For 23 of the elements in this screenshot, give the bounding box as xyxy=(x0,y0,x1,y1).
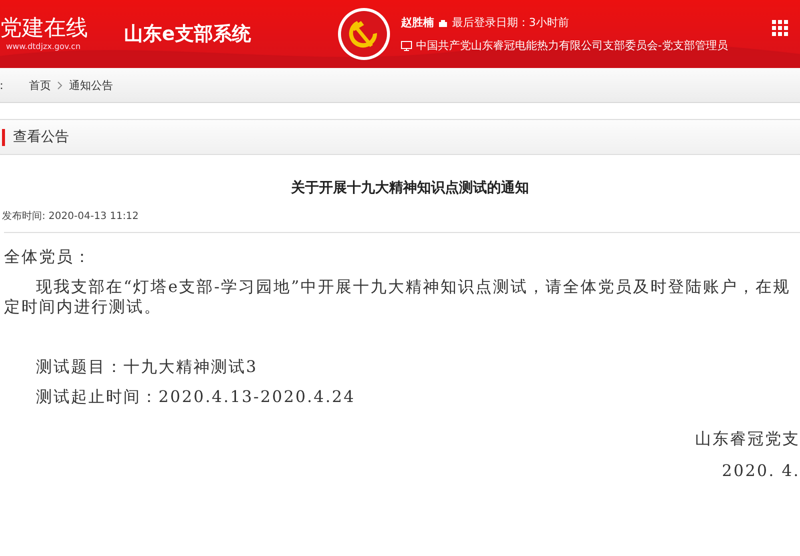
breadcrumb-link[interactable]: 首页 xyxy=(29,78,51,92)
breadcrumb-label: ： xyxy=(0,78,7,92)
menu-grid-icon[interactable] xyxy=(772,20,788,36)
chevron-icon xyxy=(57,80,63,90)
notice-paragraph: 测试起止时间：2020.4.13-2020.4.24 xyxy=(35,387,356,407)
last-login-text: 最后登录日期：3小时前 xyxy=(452,15,569,30)
monitor-icon xyxy=(400,40,412,50)
breadcrumb-link[interactable]: 通知公告 xyxy=(69,78,113,92)
user-name: 赵胜楠 xyxy=(400,15,434,30)
signature-text: 山东睿冠党支 xyxy=(694,429,800,449)
publish-time: 发布时间: 2020-04-13 11:12 xyxy=(2,210,140,223)
notice-paragraph: 测试题目：十九大精神测试3 xyxy=(35,357,259,377)
user-badge-icon xyxy=(438,18,448,28)
party-emblem-icon xyxy=(336,7,391,61)
notice-paragraph: 现我支部在“灯塔e支部-学习园地”中开展十九大精神知识点测试，请全体党员及时登陆账户，在规定时间内进行测试。 xyxy=(4,277,792,317)
organization-text: 中国共产党山东睿冠电能热力有限公司支部委员会-党支部管理员 xyxy=(416,38,728,53)
greeting-text: 全体党员： xyxy=(4,247,92,267)
site-url: www.dtdjzx.gov.cn xyxy=(6,42,82,52)
panel-title: 查看公告 xyxy=(13,128,69,146)
signature-date: 2020. 4. xyxy=(720,461,800,481)
site-logo-text[interactable]: 党建在线 xyxy=(0,16,100,42)
system-title: 山东e支部系统 xyxy=(124,22,251,47)
notice-title: 关于开展十九大精神知识点测试的通知 xyxy=(290,179,530,197)
